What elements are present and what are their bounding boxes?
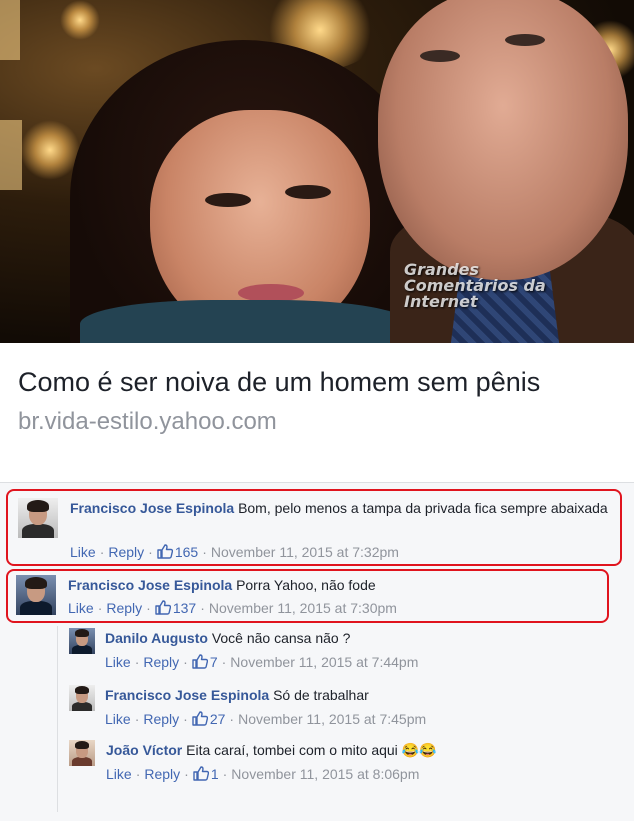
preview-title[interactable]: Como é ser noiva de um homem sem pênis bbox=[18, 365, 616, 400]
comment: Francisco Jose Espinola Bom, pelo menos … bbox=[18, 498, 618, 564]
reply-button[interactable]: Reply bbox=[143, 654, 179, 670]
like-count[interactable]: 1 bbox=[211, 766, 219, 782]
reply-comment: Francisco Jose Espinola Só de trabalhar … bbox=[69, 685, 609, 731]
thumbs-up-icon bbox=[155, 600, 171, 618]
reply-comment: João Víctor Eita caraí, tombei com o mit… bbox=[69, 740, 609, 786]
background-light bbox=[20, 120, 80, 180]
like-count[interactable]: 137 bbox=[173, 600, 196, 616]
comment-text: Só de trabalhar bbox=[273, 687, 369, 703]
watermark: Grandes Comentários da Internet bbox=[404, 262, 546, 310]
laughing-emoji-icon: 😂😂 bbox=[401, 742, 437, 758]
like-count[interactable]: 7 bbox=[210, 654, 218, 670]
watermark-line: Internet bbox=[404, 292, 478, 311]
like-button[interactable]: Like bbox=[70, 544, 96, 560]
comment-timestamp[interactable]: November 11, 2015 at 7:44pm bbox=[230, 654, 418, 670]
avatar[interactable] bbox=[69, 685, 95, 711]
comment-text: Eita caraí, tombei com o mito aqui bbox=[186, 742, 398, 758]
avatar[interactable] bbox=[18, 498, 58, 538]
background-light bbox=[60, 0, 100, 40]
comment-actions: Like · Reply · 165 · November 11, 2015 at 7:32… bbox=[70, 544, 399, 562]
reply-button[interactable]: Reply bbox=[143, 711, 179, 727]
comment: Francisco Jose Espinola Porra Yahoo, não… bbox=[16, 575, 606, 621]
comment-body: Danilo Augusto Você não cansa não ? bbox=[105, 628, 605, 649]
comment-body: Francisco Jose Espinola Bom, pelo menos … bbox=[70, 498, 612, 519]
background-window bbox=[0, 0, 20, 60]
like-button[interactable]: Like bbox=[105, 711, 131, 727]
thumbs-up-icon bbox=[193, 766, 209, 784]
comment-author[interactable]: Francisco Jose Espinola bbox=[68, 577, 232, 593]
preview-domain: br.vida-estilo.yahoo.com bbox=[18, 408, 277, 435]
comment-body: João Víctor Eita caraí, tombei com o mit… bbox=[106, 740, 606, 761]
like-button[interactable]: Like bbox=[105, 654, 131, 670]
like-count[interactable]: 27 bbox=[210, 711, 226, 727]
comment-timestamp[interactable]: November 11, 2015 at 8:06pm bbox=[231, 766, 419, 782]
comment-text: Você não cansa não ? bbox=[211, 630, 351, 646]
avatar[interactable] bbox=[16, 575, 56, 615]
reply-comment: Danilo Augusto Você não cansa não ? Like… bbox=[69, 628, 609, 674]
thumbs-up-icon bbox=[157, 544, 173, 562]
comment-body: Francisco Jose Espinola Porra Yahoo, não… bbox=[68, 575, 598, 596]
avatar[interactable] bbox=[69, 628, 95, 654]
comment-actions: Like · Reply · 7 · November 11, 2015 at 7:44pm bbox=[105, 654, 419, 672]
comment-author[interactable]: João Víctor bbox=[106, 742, 182, 758]
comment-actions: Like · Reply · 1 · November 11, 2015 at 8:06pm bbox=[106, 766, 420, 784]
comment-author[interactable]: Francisco Jose Espinola bbox=[105, 687, 269, 703]
reply-button[interactable]: Reply bbox=[108, 544, 144, 560]
comment-author[interactable]: Danilo Augusto bbox=[105, 630, 208, 646]
background-window bbox=[0, 120, 22, 190]
thumbs-up-icon bbox=[192, 654, 208, 672]
like-button[interactable]: Like bbox=[106, 766, 132, 782]
comment-timestamp[interactable]: November 11, 2015 at 7:45pm bbox=[238, 711, 426, 727]
comment-timestamp[interactable]: November 11, 2015 at 7:32pm bbox=[211, 544, 399, 560]
man-eye bbox=[420, 50, 460, 62]
avatar[interactable] bbox=[69, 740, 95, 766]
reply-thread-line bbox=[57, 626, 58, 812]
thumbs-up-icon bbox=[192, 711, 208, 729]
comment-actions: Like · Reply · 27 · November 11, 2015 at 7:45p… bbox=[105, 711, 427, 729]
reply-button[interactable]: Reply bbox=[144, 766, 180, 782]
man-eye bbox=[505, 34, 545, 46]
comment-text: Bom, pelo menos a tampa da privada fica … bbox=[238, 500, 608, 516]
woman-eye bbox=[205, 193, 251, 207]
comment-body: Francisco Jose Espinola Só de trabalhar bbox=[105, 685, 605, 706]
comment-author[interactable]: Francisco Jose Espinola bbox=[70, 500, 234, 516]
comment-timestamp[interactable]: November 11, 2015 at 7:30pm bbox=[209, 600, 397, 616]
link-preview[interactable]: Como é ser noiva de um homem sem pênis b… bbox=[0, 343, 634, 483]
like-button[interactable]: Like bbox=[68, 600, 94, 616]
reply-button[interactable]: Reply bbox=[106, 600, 142, 616]
man-head bbox=[378, 0, 628, 280]
woman-eye bbox=[285, 185, 331, 199]
post-photo[interactable]: Grandes Comentários da Internet bbox=[0, 0, 634, 343]
scarf bbox=[80, 300, 410, 343]
comment-text: Porra Yahoo, não fode bbox=[236, 577, 376, 593]
comment-actions: Like · Reply · 137 · November 11, 2015 at 7:30… bbox=[68, 600, 397, 618]
like-count[interactable]: 165 bbox=[175, 544, 198, 560]
